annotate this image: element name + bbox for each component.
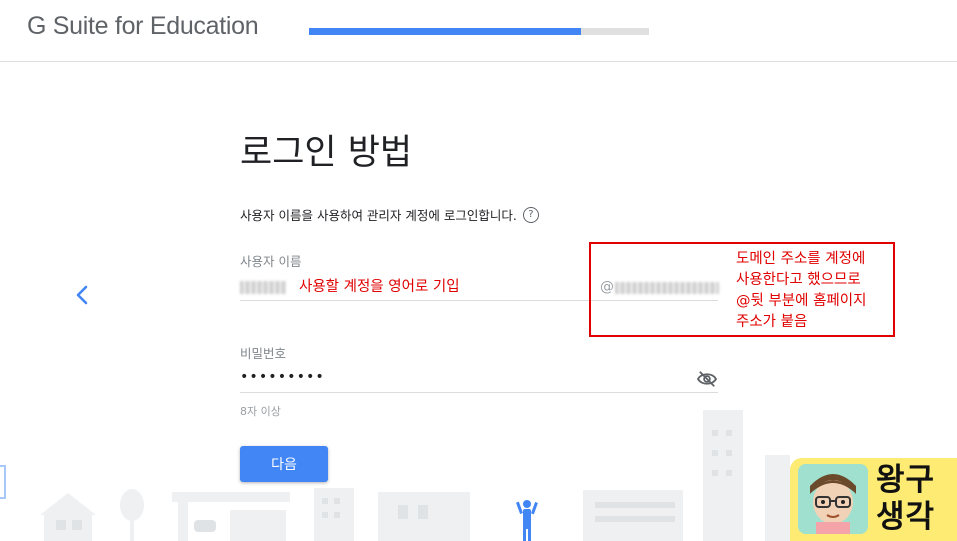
badge-line: 생각 <box>876 499 936 535</box>
help-circle-icon[interactable]: ? <box>522 206 539 223</box>
badge-text: 왕구 생각 <box>876 462 935 536</box>
setup-progress-bar <box>309 28 649 35</box>
page-title: 로그인 방법 <box>240 133 413 173</box>
annotation-line: 도메인 주소를 계정에 <box>736 251 866 267</box>
password-hint: 8자 이상 <box>240 405 281 418</box>
password-label: 비밀번호 <box>240 346 287 361</box>
badge-line: 왕구 <box>876 462 936 498</box>
progress-bar-fill <box>309 28 581 35</box>
back-chevron-icon[interactable] <box>72 283 92 307</box>
visibility-off-icon[interactable] <box>696 370 718 388</box>
gsuite-logo: G Suite for Education <box>27 12 259 40</box>
background-frame-fragment <box>0 465 6 499</box>
page-subtitle: 사용자 이름을 사용하여 관리자 계정에 로그인합니다. ? <box>240 205 539 224</box>
password-field[interactable]: ••••••••• <box>240 366 718 393</box>
username-label: 사용자 이름 <box>240 254 302 269</box>
annotation-line: 주소가 붙음 <box>736 314 808 330</box>
avatar <box>798 464 868 534</box>
top-bar: G Suite for Education <box>0 0 957 62</box>
annotation-line: @뒷 부분에 홈페이지 <box>736 293 867 309</box>
username-redacted-value <box>240 281 286 294</box>
annotation-line: 사용한다고 했으므로 <box>736 272 861 288</box>
author-badge: 왕구 생각 <box>790 458 957 541</box>
annotation-box-text: 도메인 주소를 계정에 사용한다고 했으므로 @뒷 부분에 홈페이지 주소가 붙… <box>736 249 896 333</box>
annotation-username-note: 사용할 계정을 영어로 기입 <box>299 279 460 295</box>
password-value: ••••••••• <box>240 369 325 385</box>
next-button[interactable]: 다음 <box>240 446 328 482</box>
subtitle-text: 사용자 이름을 사용하여 관리자 계정에 로그인합니다. <box>240 208 517 223</box>
